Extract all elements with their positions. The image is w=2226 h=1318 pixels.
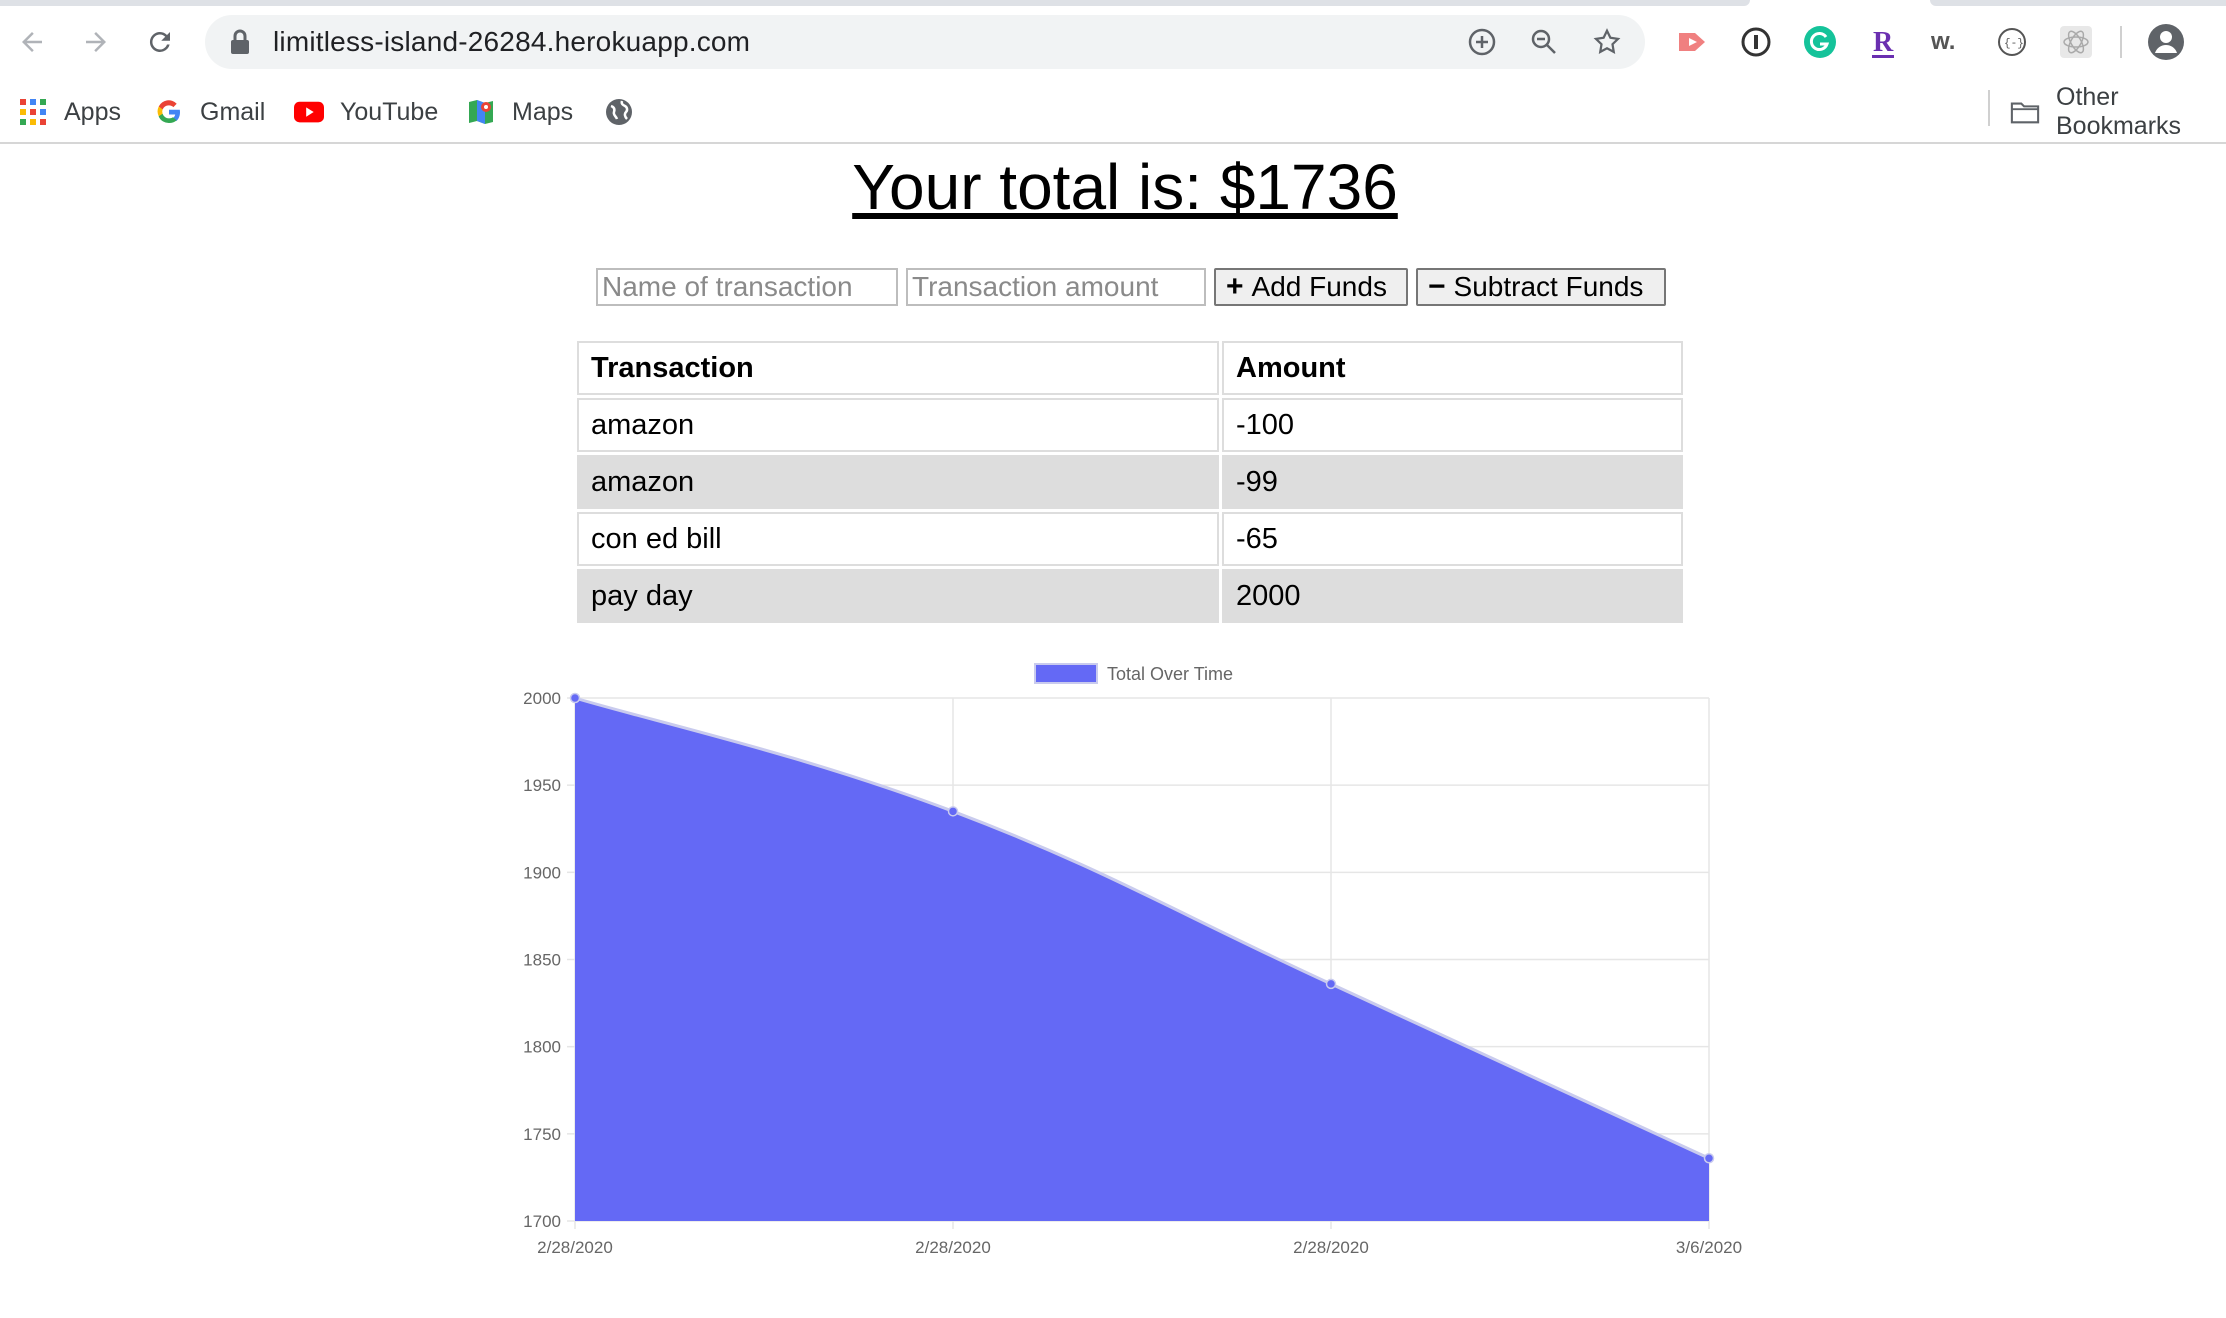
column-header-transaction: Transaction bbox=[577, 341, 1219, 395]
grammarly-icon[interactable] bbox=[1800, 22, 1840, 62]
google-g-icon bbox=[154, 97, 184, 127]
bookmark-label: Gmail bbox=[200, 97, 266, 126]
x-tick-label: 2/28/2020 bbox=[1293, 1238, 1369, 1257]
screencast-extension-icon[interactable] bbox=[1672, 22, 1712, 62]
youtube-icon bbox=[294, 97, 324, 127]
address-bar[interactable]: limitless-island-26284.herokuapp.com bbox=[205, 15, 1645, 69]
transaction-amount-cell: -99 bbox=[1222, 455, 1683, 509]
svg-text:w.: w. bbox=[1930, 28, 1955, 55]
add-funds-button[interactable]: + Add Funds bbox=[1214, 268, 1408, 306]
reload-icon bbox=[149, 31, 170, 52]
subtract-funds-button[interactable]: − Subtract Funds bbox=[1416, 268, 1666, 306]
transaction-amount-cell: -100 bbox=[1222, 398, 1683, 452]
tab-strip-right bbox=[1930, 0, 2226, 6]
transaction-name-cell: amazon bbox=[577, 455, 1219, 509]
y-tick-label: 2000 bbox=[523, 689, 561, 708]
arrow-left-icon bbox=[22, 32, 42, 52]
folder-icon bbox=[2010, 97, 2040, 127]
column-header-amount: Amount bbox=[1222, 341, 1683, 395]
apps-grid-icon bbox=[18, 97, 48, 127]
table-row: con ed bill -65 bbox=[577, 512, 1683, 566]
x-tick-label: 2/28/2020 bbox=[537, 1238, 613, 1257]
transaction-amount-cell: 2000 bbox=[1222, 569, 1683, 623]
password-manager-icon[interactable] bbox=[1736, 22, 1776, 62]
series-line-total-over-time bbox=[574, 696, 1710, 1160]
y-tick-label: 1750 bbox=[523, 1125, 561, 1144]
lock-icon bbox=[231, 29, 249, 54]
transaction-amount-input[interactable] bbox=[906, 268, 1206, 306]
y-tick-label: 1800 bbox=[523, 1038, 561, 1057]
y-tick-label: 1850 bbox=[523, 951, 561, 970]
table-header-row: Transaction Amount bbox=[577, 341, 1683, 395]
reload-button[interactable] bbox=[138, 20, 182, 64]
data-point bbox=[569, 692, 581, 704]
bookmark-maps[interactable]: Maps bbox=[466, 92, 573, 132]
tab-strip bbox=[0, 0, 1750, 6]
table-row: pay day 2000 bbox=[577, 569, 1683, 623]
bookmark-label: YouTube bbox=[340, 97, 439, 126]
data-point bbox=[1703, 1152, 1715, 1164]
maps-icon bbox=[466, 97, 496, 127]
zoom-icon[interactable] bbox=[1527, 25, 1561, 59]
legend-swatch bbox=[1034, 663, 1098, 684]
bookmark-label: Maps bbox=[512, 97, 574, 126]
bookmark-label: Apps bbox=[64, 97, 121, 126]
profile-avatar-icon[interactable] bbox=[2146, 22, 2186, 62]
minus-icon: − bbox=[1428, 270, 1446, 303]
transaction-name-cell: con ed bill bbox=[577, 512, 1219, 566]
back-button[interactable] bbox=[10, 20, 54, 64]
transactions-table: Transaction Amount amazon -100 amazon -9… bbox=[574, 338, 1686, 626]
transaction-name-cell: amazon bbox=[577, 398, 1219, 452]
series-area-total-over-time bbox=[575, 698, 1709, 1221]
legend-label: Total Over Time bbox=[1107, 664, 1233, 684]
transaction-amount-cell: -65 bbox=[1222, 512, 1683, 566]
x-tick-label: 2/28/2020 bbox=[915, 1238, 991, 1257]
browser-toolbar: limitless-island-26284.herokuapp.com R w… bbox=[0, 0, 2226, 84]
add-funds-label: Add Funds bbox=[1251, 271, 1387, 302]
transaction-name-cell: pay day bbox=[577, 569, 1219, 623]
data-point bbox=[1325, 978, 1337, 990]
react-devtools-icon[interactable] bbox=[2056, 22, 2096, 62]
subtract-funds-label: Subtract Funds bbox=[1453, 271, 1644, 302]
x-tick-label: 3/6/2020 bbox=[1676, 1238, 1742, 1257]
transaction-name-input[interactable] bbox=[596, 268, 898, 306]
bookmarks-bar: Apps Gmail YouTube Maps Other Bookmarks bbox=[0, 83, 2226, 144]
bookmark-globe[interactable] bbox=[604, 92, 650, 132]
page-title: Your total is: $1736 bbox=[852, 151, 1398, 223]
install-app-icon[interactable] bbox=[1465, 25, 1499, 59]
table-row: amazon -99 bbox=[577, 455, 1683, 509]
bookmark-apps[interactable]: Apps bbox=[18, 92, 121, 132]
json-extension-icon[interactable]: {-} bbox=[1992, 22, 2032, 62]
globe-icon bbox=[604, 97, 634, 127]
url-text[interactable]: limitless-island-26284.herokuapp.com bbox=[273, 26, 750, 58]
data-point bbox=[947, 806, 959, 817]
bookmarks-divider bbox=[1988, 90, 1990, 126]
bookmark-star-icon[interactable] bbox=[1590, 25, 1624, 59]
bookmark-gmail[interactable]: Gmail bbox=[154, 92, 265, 132]
forward-button[interactable] bbox=[74, 20, 118, 64]
bookmark-youtube[interactable]: YouTube bbox=[294, 92, 438, 132]
arrow-right-icon bbox=[86, 32, 106, 52]
plus-icon: + bbox=[1226, 270, 1244, 303]
r-extension-icon[interactable]: R bbox=[1864, 22, 1904, 62]
y-tick-label: 1950 bbox=[523, 776, 561, 795]
svg-text:{-}: {-} bbox=[2004, 38, 2024, 50]
toolbar-divider bbox=[2120, 26, 2122, 58]
svg-text:R: R bbox=[1873, 27, 1894, 58]
bookmark-label: Other Bookmarks bbox=[2056, 83, 2182, 140]
table-row: amazon -100 bbox=[577, 398, 1683, 452]
w-extension-icon[interactable]: w. bbox=[1928, 22, 1968, 62]
bookmark-other-folder[interactable]: Other Bookmarks bbox=[2010, 83, 2226, 140]
y-tick-label: 1700 bbox=[523, 1212, 561, 1231]
y-tick-label: 1900 bbox=[523, 863, 561, 882]
